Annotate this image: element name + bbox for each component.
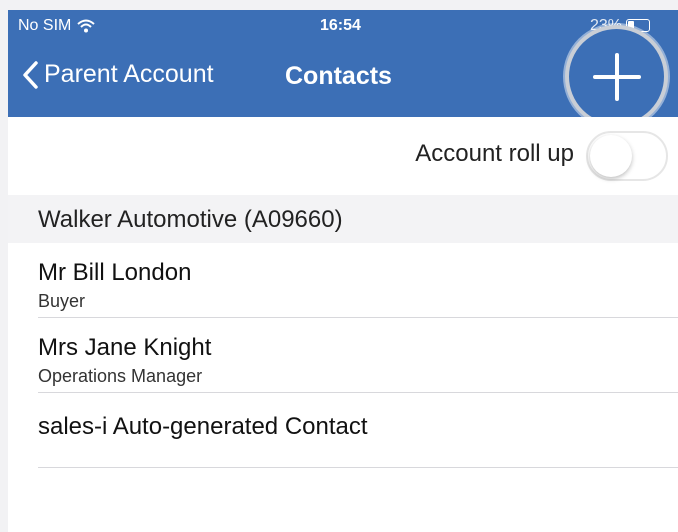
contact-name: sales-i Auto-generated Contact (38, 413, 368, 440)
screen-frame-left (0, 0, 8, 532)
carrier-status: No SIM (18, 17, 96, 35)
account-rollup-toggle[interactable] (586, 131, 668, 181)
app-screen: No SIM 16:54 23% Parent Account Contacts (8, 10, 678, 532)
contact-role: Operations Manager (38, 366, 203, 386)
account-rollup-label: Account roll up (415, 140, 574, 167)
contact-row[interactable]: Mr Bill London Buyer (8, 243, 678, 318)
contact-row[interactable]: Mrs Jane Knight Operations Manager (8, 318, 678, 393)
status-time: 16:54 (320, 17, 361, 34)
back-button[interactable]: Parent Account (22, 60, 214, 89)
contact-name: Mr Bill London (38, 259, 192, 286)
account-rollup-row: Account roll up (8, 117, 678, 195)
contacts-list: Mr Bill London Buyer Mrs Jane Knight Ope… (8, 243, 678, 532)
back-button-label: Parent Account (44, 60, 214, 88)
chevron-left-icon (23, 60, 38, 89)
account-section-title: Walker Automotive (A09660) (38, 206, 343, 233)
contact-role: Buyer (38, 291, 86, 311)
status-bar: No SIM 16:54 23% (8, 10, 678, 40)
screen-frame-top (0, 0, 678, 10)
contact-name: Mrs Jane Knight (38, 334, 212, 361)
toggle-knob (590, 135, 632, 177)
plus-icon (592, 52, 641, 101)
carrier-label: No SIM (18, 17, 72, 34)
add-contact-button[interactable] (565, 25, 668, 128)
contact-row-empty (8, 468, 678, 532)
contact-row[interactable]: sales-i Auto-generated Contact (8, 393, 678, 468)
page-title: Contacts (285, 62, 392, 90)
account-section-header: Walker Automotive (A09660) (8, 195, 678, 243)
wifi-icon (77, 19, 96, 33)
